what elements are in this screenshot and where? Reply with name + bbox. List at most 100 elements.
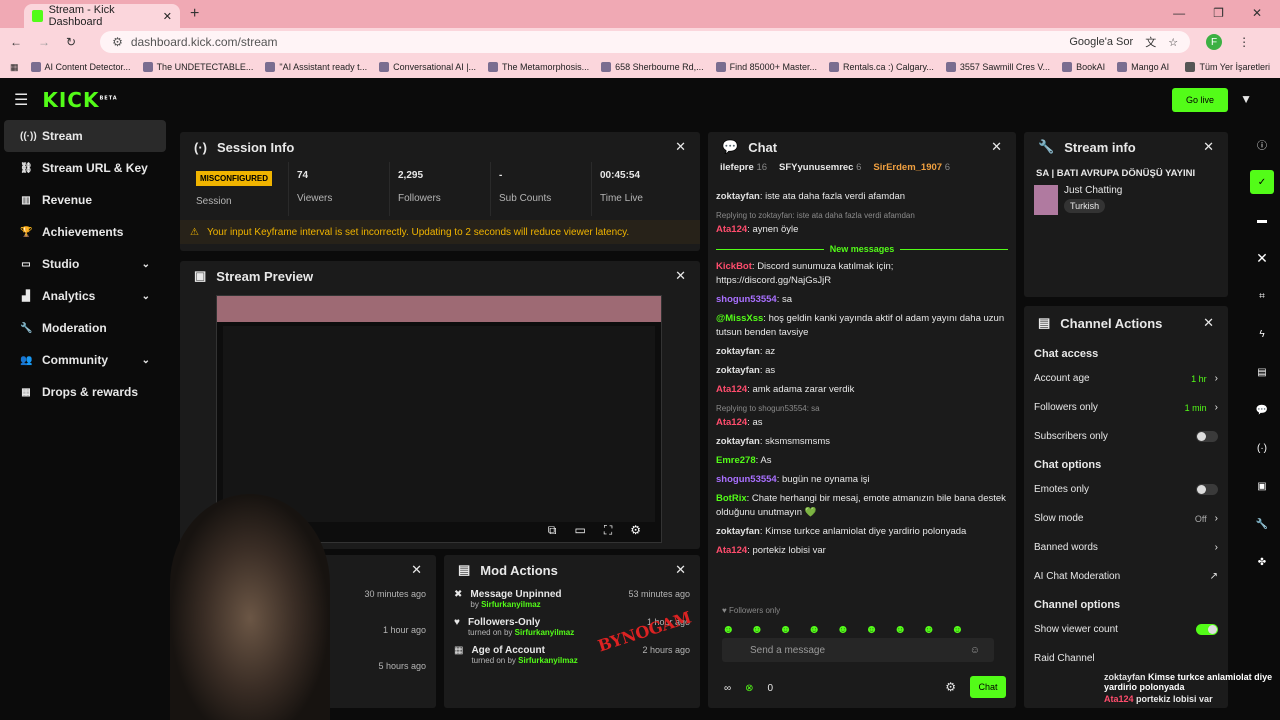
- sidebar-item-studio[interactable]: ▭ Studio ⌄: [4, 248, 166, 280]
- emote-icon[interactable]: ☻: [808, 622, 821, 636]
- url-field[interactable]: ⚙ dashboard.kick.com/stream Google'a Sor…: [100, 31, 1191, 53]
- subscribers-only-toggle[interactable]: [1196, 431, 1218, 442]
- go-live-button[interactable]: Go live: [1172, 88, 1228, 112]
- chat-input[interactable]: Send a message ☺: [722, 638, 994, 662]
- mod-user[interactable]: Sirfurkanyilmaz: [515, 628, 575, 637]
- theater-icon[interactable]: ▭: [574, 523, 585, 538]
- mod-user[interactable]: Sirfurkanyilmaz: [518, 656, 578, 665]
- bookmark-item[interactable]: Conversational AI |...: [379, 62, 476, 72]
- chat-username[interactable]: KickBot: [716, 261, 752, 272]
- close-icon[interactable]: ✕: [675, 562, 686, 578]
- close-layout-icon[interactable]: ✕: [1250, 246, 1274, 270]
- lightning-icon[interactable]: ϟ: [1250, 322, 1274, 346]
- chat-username[interactable]: zoktayfan: [716, 346, 760, 357]
- bookmark-item[interactable]: The Metamorphosis...: [488, 62, 589, 72]
- bookmark-item[interactable]: Rentals.ca :) Calgary...: [828, 62, 934, 72]
- top-user[interactable]: ilefepre: [720, 162, 754, 173]
- minimize-icon[interactable]: —: [1173, 6, 1185, 20]
- emote-icon[interactable]: ☻: [894, 622, 907, 636]
- followers-only-setting[interactable]: Followers only 1 min ›: [1024, 393, 1228, 422]
- gear-icon[interactable]: ⚙: [630, 523, 641, 538]
- document-icon[interactable]: ▤: [1250, 360, 1274, 384]
- translate-icon[interactable]: 文: [1145, 34, 1156, 50]
- layout-icon[interactable]: ▬: [1250, 208, 1274, 232]
- chat-username[interactable]: Ata124: [716, 384, 747, 395]
- close-icon[interactable]: ✕: [991, 139, 1002, 155]
- chat-username[interactable]: @MissXss: [716, 313, 763, 324]
- wrench-widget-icon[interactable]: 🔧: [1250, 512, 1274, 536]
- apps-grid-icon[interactable]: ▦: [10, 62, 19, 73]
- emote-icon[interactable]: ☻: [722, 622, 735, 636]
- chat-username[interactable]: Ata124: [716, 545, 747, 556]
- profile-avatar[interactable]: F: [1206, 34, 1223, 50]
- sidebar-item-community[interactable]: 👥 Community ⌄: [4, 344, 166, 376]
- viewer-count-toggle[interactable]: [1196, 624, 1218, 635]
- broadcast-widget-icon[interactable]: (·): [1250, 436, 1274, 460]
- slow-mode-setting[interactable]: Slow mode Off ›: [1024, 504, 1228, 533]
- back-icon[interactable]: ←: [10, 35, 22, 49]
- close-icon[interactable]: ✕: [675, 268, 686, 284]
- banned-words-setting[interactable]: Banned words ›: [1024, 533, 1228, 562]
- site-info-icon[interactable]: ⚙: [112, 35, 123, 49]
- forward-icon[interactable]: →: [38, 35, 50, 49]
- bookmark-item[interactable]: BookAI: [1062, 62, 1105, 72]
- close-icon[interactable]: ✕: [1203, 139, 1214, 155]
- chat-username[interactable]: Ata124: [716, 417, 747, 428]
- chat-username[interactable]: zoktayfan: [716, 436, 760, 447]
- close-icon[interactable]: ✕: [1203, 315, 1214, 331]
- mod-user[interactable]: Sirfurkanyilmaz: [481, 600, 541, 609]
- channel-widget-icon[interactable]: ▣: [1250, 474, 1274, 498]
- sidebar-item-stream-url[interactable]: ⛓ Stream URL & Key: [4, 152, 166, 184]
- chat-widget-icon[interactable]: 💬: [1250, 398, 1274, 422]
- account-age-setting[interactable]: Account age 1 hr ›: [1024, 364, 1228, 393]
- chat-username[interactable]: shogun53554: [716, 294, 777, 305]
- chat-settings-icon[interactable]: ⚙: [945, 680, 956, 694]
- sidebar-item-revenue[interactable]: ▥ Revenue: [4, 184, 166, 216]
- chat-username[interactable]: BotRix: [716, 493, 747, 504]
- bookmark-star-icon[interactable]: ☆: [1168, 36, 1178, 49]
- emote-icon[interactable]: ☻: [779, 622, 792, 636]
- sidebar-item-moderation[interactable]: 🔧 Moderation: [4, 312, 166, 344]
- reload-icon[interactable]: ↻: [66, 35, 76, 49]
- emote-icon[interactable]: ☻: [751, 622, 764, 636]
- user-menu-icon[interactable]: ▼: [1240, 92, 1252, 106]
- close-icon[interactable]: ✕: [675, 139, 686, 155]
- emote-icon[interactable]: ☻: [865, 622, 878, 636]
- add-widget-icon[interactable]: ✤: [1250, 550, 1274, 574]
- infinity-icon[interactable]: ∞: [724, 683, 731, 694]
- bookmark-item[interactable]: 658 Sherbourne Rd,...: [601, 62, 704, 72]
- chat-username[interactable]: zoktayfan: [716, 526, 760, 537]
- info-icon[interactable]: ⓘ: [1250, 132, 1274, 156]
- chat-username[interactable]: Ata124: [716, 224, 747, 235]
- camera-widget-icon[interactable]: ⌗: [1250, 284, 1274, 308]
- bookmark-item[interactable]: 3557 Sawmill Cres V...: [945, 62, 1050, 72]
- new-tab-button[interactable]: +: [190, 5, 199, 23]
- browser-tab[interactable]: Stream - Kick Dashboard ✕: [24, 4, 180, 28]
- bookmark-item[interactable]: Mango AI: [1117, 62, 1169, 72]
- maximize-icon[interactable]: ❐: [1213, 6, 1224, 20]
- ai-moderation-setting[interactable]: AI Chat Moderation ↗: [1024, 562, 1228, 591]
- emotes-only-toggle[interactable]: [1196, 484, 1218, 495]
- check-icon[interactable]: ✓: [1250, 170, 1274, 194]
- chat-username[interactable]: zoktayfan: [716, 365, 760, 376]
- close-icon[interactable]: ✕: [411, 562, 422, 578]
- chat-username[interactable]: zoktayfan: [716, 191, 760, 202]
- all-bookmarks[interactable]: Tüm Yer İşaretleri: [1185, 62, 1270, 72]
- sidebar-item-stream[interactable]: ((·)) Stream: [4, 120, 166, 152]
- pip-icon[interactable]: ⧉: [548, 523, 557, 538]
- kick-logo[interactable]: KICKBETA: [42, 88, 117, 112]
- send-chat-button[interactable]: Chat: [970, 676, 1006, 698]
- close-window-icon[interactable]: ✕: [1252, 6, 1262, 20]
- sidebar-item-achievements[interactable]: 🏆 Achievements: [4, 216, 166, 248]
- bookmark-item[interactable]: "AI Assistant ready t...: [265, 62, 367, 72]
- bookmark-item[interactable]: The UNDETECTABLE...: [142, 62, 253, 72]
- emoji-icon[interactable]: ☺: [970, 645, 980, 656]
- menu-dots-icon[interactable]: ⋮: [1238, 35, 1250, 49]
- hamburger-menu-icon[interactable]: ☰: [14, 90, 28, 110]
- emote-icon[interactable]: ☻: [951, 622, 964, 636]
- category-name[interactable]: Just Chatting: [1064, 185, 1122, 196]
- close-tab-icon[interactable]: ✕: [163, 10, 172, 23]
- emote-icon[interactable]: ☻: [922, 622, 935, 636]
- top-user[interactable]: SFYyunusemrec: [779, 162, 853, 173]
- bookmark-item[interactable]: AI Content Detector...: [30, 62, 131, 72]
